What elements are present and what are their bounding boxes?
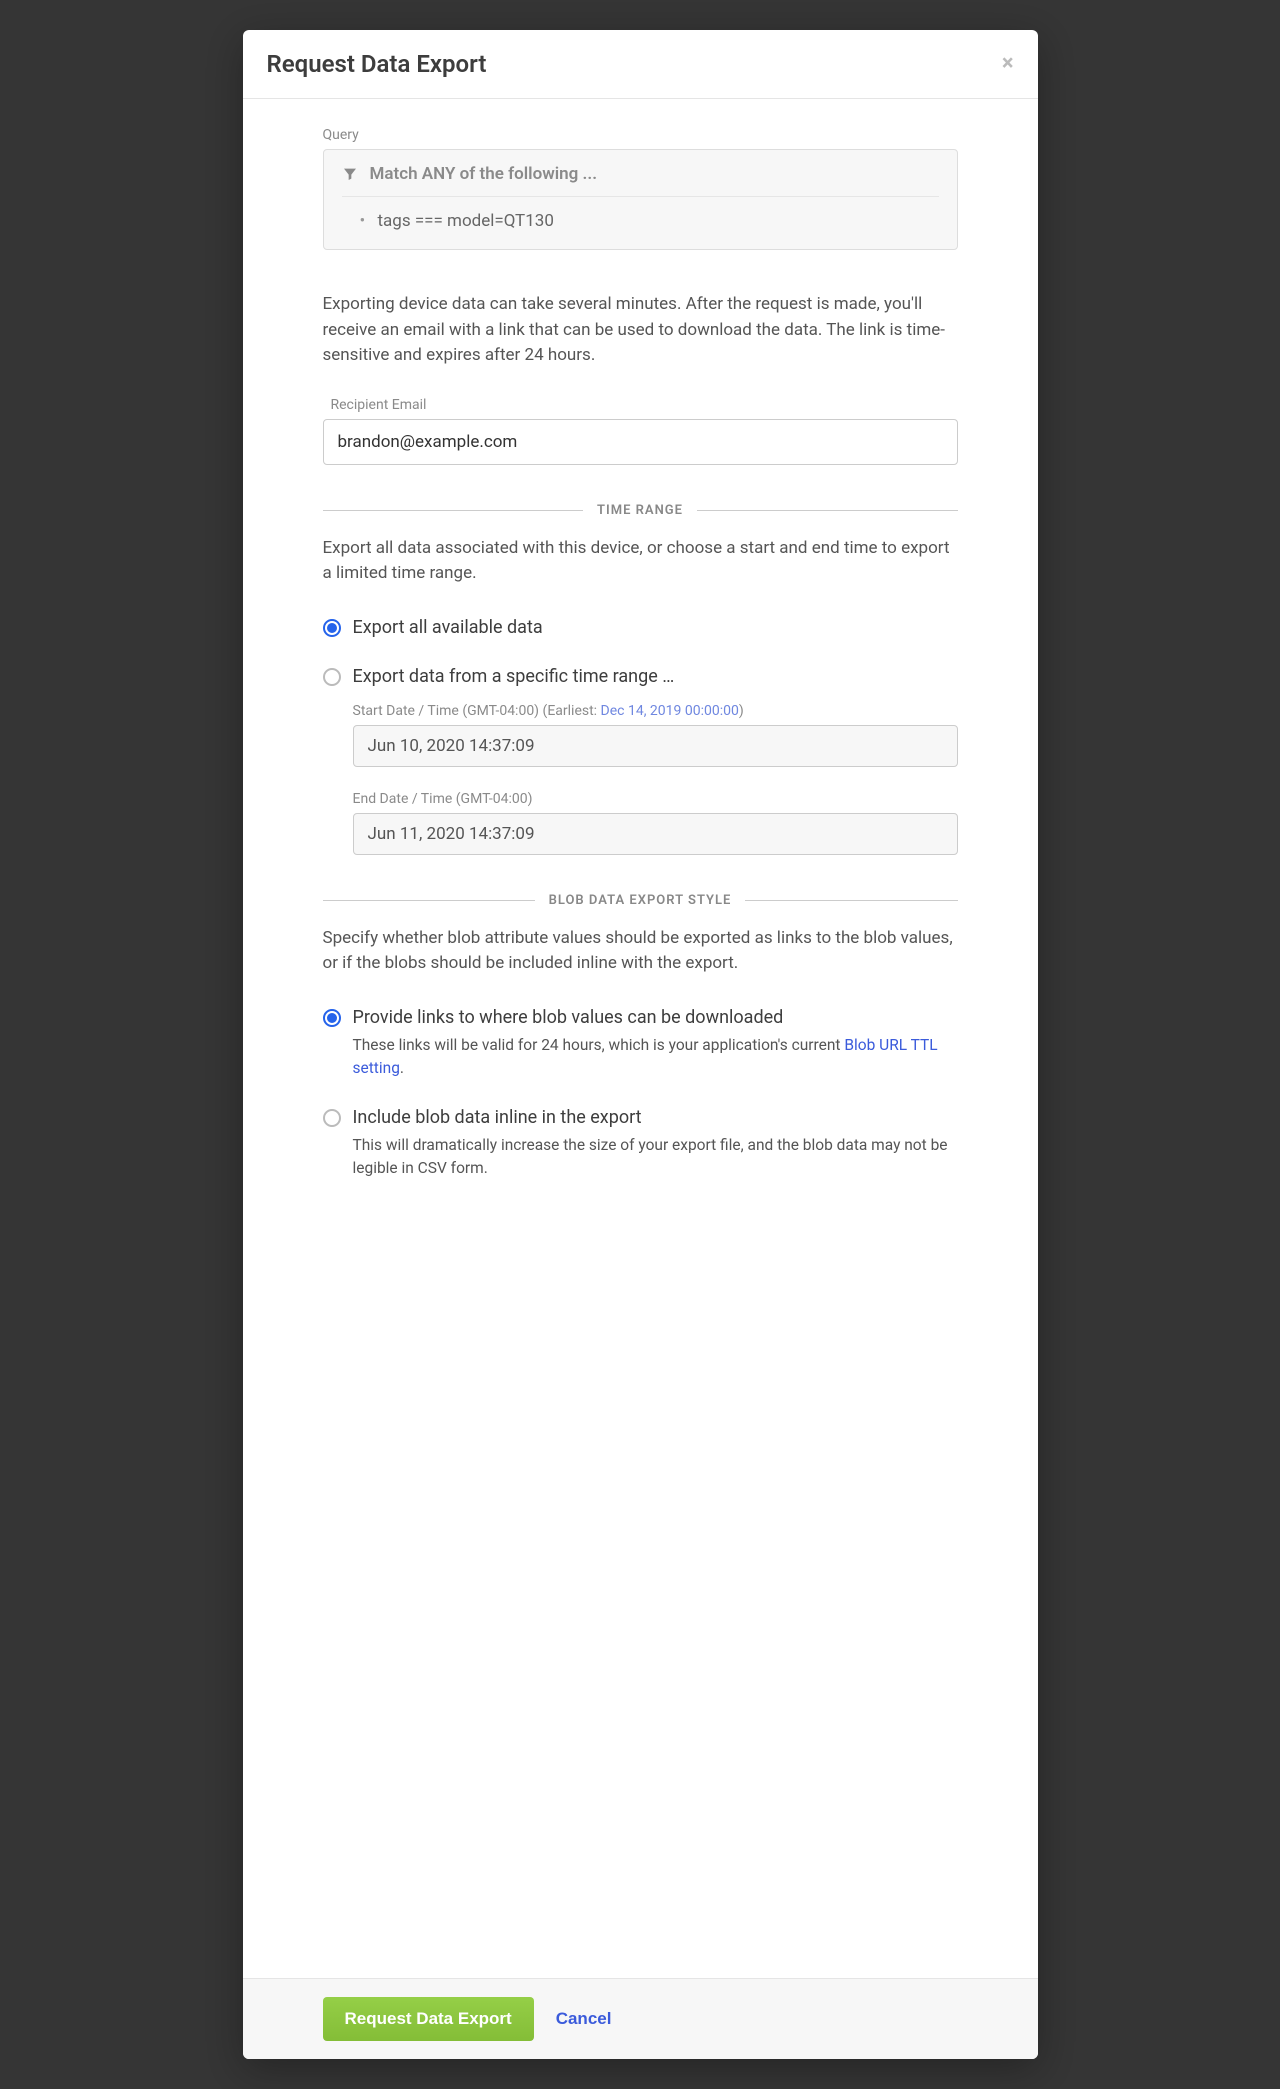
- request-export-button[interactable]: Request Data Export: [323, 1997, 534, 2041]
- query-box: Match ANY of the following ... tags === …: [323, 149, 958, 250]
- radio-blob-links[interactable]: [323, 1009, 341, 1027]
- radio-export-range-row[interactable]: Export data from a specific time range …: [323, 664, 958, 689]
- recipient-label: Recipient Email: [323, 397, 958, 413]
- radio-export-all-row[interactable]: Export all available data: [323, 615, 958, 640]
- radio-blob-inline-help: This will dramatically increase the size…: [353, 1134, 958, 1181]
- query-header: Match ANY of the following ...: [342, 164, 939, 197]
- blob-description: Specify whether blob attribute values sh…: [323, 926, 958, 977]
- end-date-input[interactable]: [353, 813, 958, 855]
- radio-blob-inline-row[interactable]: Include blob data inline in the export T…: [323, 1105, 958, 1181]
- radio-blob-links-row[interactable]: Provide links to where blob values can b…: [323, 1005, 958, 1081]
- start-date-label: Start Date / Time (GMT-04:00) (Earliest:…: [353, 703, 958, 719]
- query-match-text: Match ANY of the following ...: [370, 164, 598, 184]
- radio-export-all[interactable]: [323, 619, 341, 637]
- modal-title: Request Data Export: [267, 50, 487, 78]
- filter-icon: [342, 166, 358, 182]
- modal-header: Request Data Export ×: [243, 30, 1038, 99]
- radio-blob-links-help: These links will be valid for 24 hours, …: [353, 1034, 958, 1081]
- modal-footer: Request Data Export Cancel: [243, 1978, 1038, 2059]
- modal-body: Query Match ANY of the following ... tag…: [243, 99, 1038, 1978]
- blob-style-divider: BLOB DATA EXPORT STYLE: [323, 893, 958, 908]
- export-description: Exporting device data can take several m…: [323, 292, 958, 369]
- divider-label-blob: BLOB DATA EXPORT STYLE: [549, 893, 732, 908]
- query-item: tags === model=QT130: [342, 211, 939, 231]
- radio-export-range[interactable]: [323, 668, 341, 686]
- earliest-date-link[interactable]: Dec 14, 2019 00:00:00: [601, 703, 739, 719]
- divider-label-time-range: TIME RANGE: [597, 503, 683, 518]
- recipient-email-input[interactable]: [323, 419, 958, 465]
- query-section-label: Query: [323, 127, 958, 143]
- close-icon[interactable]: ×: [1002, 53, 1014, 75]
- cancel-button[interactable]: Cancel: [556, 2009, 612, 2029]
- radio-export-range-label: Export data from a specific time range …: [353, 664, 675, 689]
- start-date-input[interactable]: [353, 725, 958, 767]
- radio-blob-inline-label: Include blob data inline in the export: [353, 1105, 958, 1130]
- end-date-label: End Date / Time (GMT-04:00): [353, 791, 958, 807]
- time-range-description: Export all data associated with this dev…: [323, 536, 958, 587]
- time-range-divider: TIME RANGE: [323, 503, 958, 518]
- radio-export-all-label: Export all available data: [353, 615, 543, 640]
- export-modal: Request Data Export × Query Match ANY of…: [243, 30, 1038, 2059]
- modal-backdrop: Request Data Export × Query Match ANY of…: [0, 0, 1280, 2089]
- time-range-fields: Start Date / Time (GMT-04:00) (Earliest:…: [323, 703, 958, 855]
- radio-blob-links-label: Provide links to where blob values can b…: [353, 1005, 958, 1030]
- radio-blob-inline[interactable]: [323, 1109, 341, 1127]
